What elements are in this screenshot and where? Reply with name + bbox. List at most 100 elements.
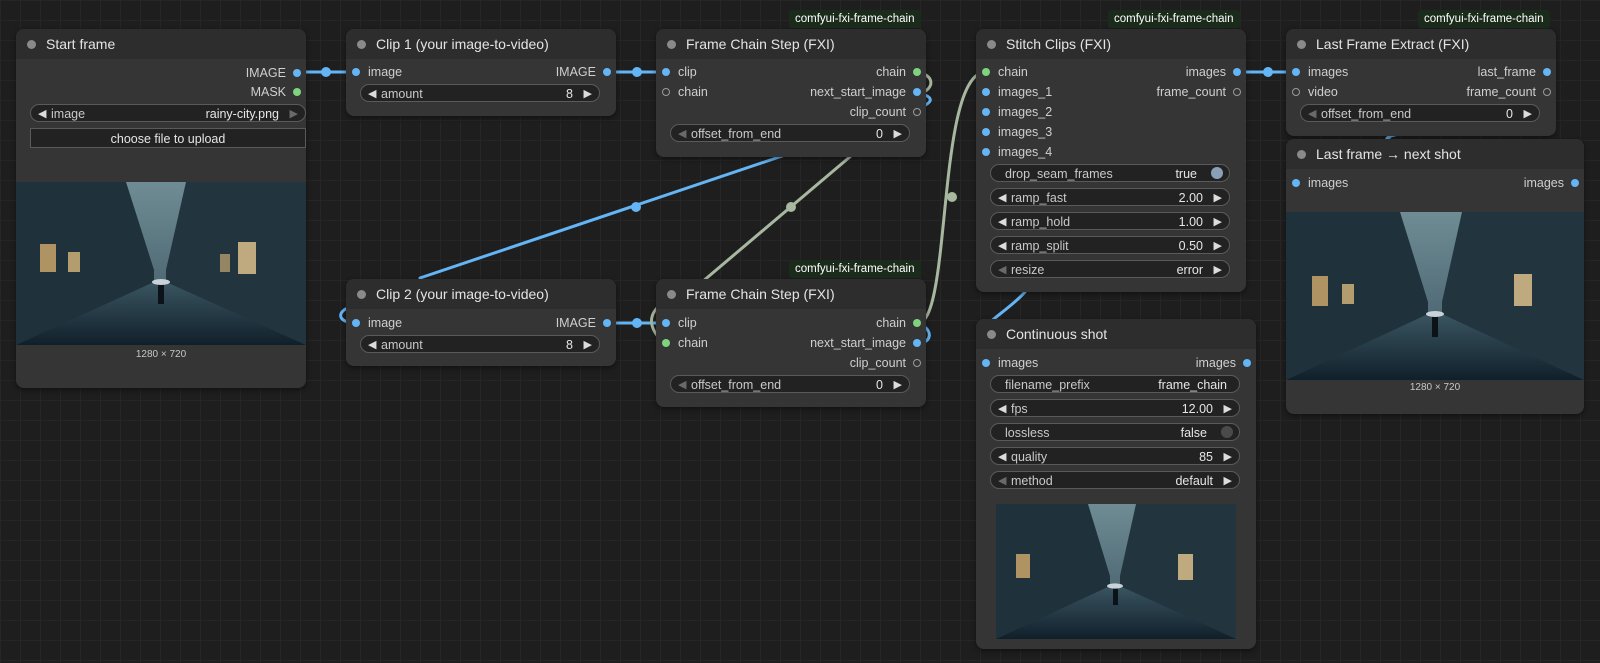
lossless-toggle[interactable]: lossless false — [990, 423, 1240, 441]
node-last-frame-next-shot[interactable]: Last frame → next shot images images 128… — [1286, 139, 1584, 414]
arrow-left-icon[interactable]: ◀ — [368, 85, 376, 103]
node-frame-chain-step-1[interactable]: Frame Chain Step (FXI) clip chain chain … — [656, 29, 926, 157]
input-slot-video[interactable]: video — [1286, 84, 1338, 100]
output-slot-frame-count[interactable]: frame_count — [1157, 84, 1246, 100]
toggle-knob-icon[interactable] — [1211, 167, 1223, 179]
arrow-right-icon[interactable]: ▶ — [1224, 400, 1232, 418]
input-slot-clip[interactable]: clip — [656, 315, 697, 331]
offset-from-end-widget[interactable]: ◀ offset_from_end 0 ▶ — [670, 124, 910, 142]
offset-from-end-widget[interactable]: ◀ offset_from_end 0 ▶ — [670, 375, 910, 393]
input-slot-images-4[interactable]: images_4 — [976, 144, 1052, 160]
input-slot-images[interactable]: images — [976, 355, 1038, 371]
input-slot-images-1[interactable]: images_1 — [976, 84, 1052, 100]
output-slot-next-start-image[interactable]: next_start_image — [810, 335, 926, 351]
node-title[interactable]: Start frame — [16, 29, 306, 59]
node-title[interactable]: Frame Chain Step (FXI) — [656, 29, 926, 59]
ramp-fast-widget[interactable]: ◀ ramp_fast 2.00 ▶ — [990, 188, 1230, 206]
fps-widget[interactable]: ◀ fps 12.00 ▶ — [990, 399, 1240, 417]
collapse-dot[interactable] — [987, 330, 996, 339]
output-slot-next-start-image[interactable]: next_start_image — [810, 84, 926, 100]
input-slot-chain[interactable]: chain — [656, 335, 708, 351]
node-clip-2[interactable]: Clip 2 (your image-to-video) image IMAGE… — [346, 279, 616, 366]
node-title[interactable]: Stitch Clips (FXI) — [976, 29, 1246, 59]
drop-seam-frames-toggle[interactable]: drop_seam_frames true — [990, 164, 1230, 182]
node-title[interactable]: Frame Chain Step (FXI) — [656, 279, 926, 309]
node-continuous-shot[interactable]: Continuous shot images images filename_p… — [976, 319, 1256, 649]
output-slot-last-frame[interactable]: last_frame — [1478, 64, 1556, 80]
output-slot-clip-count[interactable]: clip_count — [850, 355, 926, 371]
output-slot-chain[interactable]: chain — [876, 315, 926, 331]
upload-button[interactable]: choose file to upload — [30, 128, 306, 148]
arrow-left-icon[interactable]: ◀ — [368, 336, 376, 354]
node-stitch-clips[interactable]: Stitch Clips (FXI) chain images_1 images… — [976, 29, 1246, 292]
node-last-frame-extract[interactable]: Last Frame Extract (FXI) images video la… — [1286, 29, 1556, 136]
node-clip-1[interactable]: Clip 1 (your image-to-video) image IMAGE… — [346, 29, 616, 116]
input-slot-image[interactable]: image — [346, 315, 402, 331]
node-title[interactable]: Last frame → next shot — [1286, 139, 1584, 169]
arrow-right-icon[interactable]: ▶ — [290, 105, 298, 123]
node-title[interactable]: Clip 2 (your image-to-video) — [346, 279, 616, 309]
arrow-right-icon[interactable]: ▶ — [1214, 213, 1222, 231]
arrow-left-icon[interactable]: ◀ — [998, 472, 1006, 490]
amount-number-widget[interactable]: ◀ amount 8 ▶ — [360, 84, 600, 102]
method-combo-widget[interactable]: ◀ method default ▶ — [990, 471, 1240, 489]
arrow-right-icon[interactable]: ▶ — [584, 336, 592, 354]
node-title[interactable]: Clip 1 (your image-to-video) — [346, 29, 616, 59]
input-slot-image[interactable]: image — [346, 64, 402, 80]
collapse-dot[interactable] — [357, 290, 366, 299]
arrow-left-icon[interactable]: ◀ — [998, 237, 1006, 255]
node-frame-chain-step-2[interactable]: Frame Chain Step (FXI) clip chain chain … — [656, 279, 926, 407]
input-slot-images[interactable]: images — [1286, 175, 1348, 191]
collapse-dot[interactable] — [987, 40, 996, 49]
input-slot-clip[interactable]: clip — [656, 64, 697, 80]
collapse-dot[interactable] — [667, 40, 676, 49]
arrow-left-icon[interactable]: ◀ — [998, 189, 1006, 207]
input-slot-images-2[interactable]: images_2 — [976, 104, 1052, 120]
arrow-right-icon[interactable]: ▶ — [894, 376, 902, 394]
offset-from-end-widget[interactable]: ◀ offset_from_end 0 ▶ — [1300, 104, 1540, 122]
output-slot-mask[interactable]: MASK — [251, 84, 306, 100]
arrow-right-icon[interactable]: ▶ — [1224, 472, 1232, 490]
output-slot-chain[interactable]: chain — [876, 64, 926, 80]
input-slot-chain[interactable]: chain — [656, 84, 708, 100]
output-slot-images[interactable]: images — [1196, 355, 1256, 371]
arrow-left-icon[interactable]: ◀ — [998, 213, 1006, 231]
arrow-left-icon[interactable]: ◀ — [678, 376, 686, 394]
ramp-hold-widget[interactable]: ◀ ramp_hold 1.00 ▶ — [990, 212, 1230, 230]
collapse-dot[interactable] — [667, 290, 676, 299]
arrow-right-icon[interactable]: ▶ — [894, 125, 902, 143]
image-combo-widget[interactable]: ◀ image rainy-city.png ▶ — [30, 104, 306, 122]
node-title[interactable]: Last Frame Extract (FXI) — [1286, 29, 1556, 59]
arrow-right-icon[interactable]: ▶ — [1214, 261, 1222, 279]
input-slot-images-3[interactable]: images_3 — [976, 124, 1052, 140]
filename-prefix-widget[interactable]: filename_prefix frame_chain — [990, 375, 1240, 393]
output-slot-clip-count[interactable]: clip_count — [850, 104, 926, 120]
collapse-dot[interactable] — [1297, 40, 1306, 49]
quality-widget[interactable]: ◀ quality 85 ▶ — [990, 447, 1240, 465]
output-slot-image[interactable]: IMAGE — [556, 315, 616, 331]
arrow-right-icon[interactable]: ▶ — [584, 85, 592, 103]
output-slot-image[interactable]: IMAGE — [556, 64, 616, 80]
output-slot-frame-count[interactable]: frame_count — [1467, 84, 1556, 100]
collapse-dot[interactable] — [1297, 150, 1306, 159]
arrow-left-icon[interactable]: ◀ — [998, 261, 1006, 279]
arrow-left-icon[interactable]: ◀ — [998, 448, 1006, 466]
input-slot-images[interactable]: images — [1286, 64, 1348, 80]
arrow-left-icon[interactable]: ◀ — [38, 105, 46, 123]
output-slot-images[interactable]: images — [1186, 64, 1246, 80]
node-title[interactable]: Continuous shot — [976, 319, 1256, 349]
arrow-right-icon[interactable]: ▶ — [1214, 237, 1222, 255]
arrow-right-icon[interactable]: ▶ — [1224, 448, 1232, 466]
node-start-frame[interactable]: Start frame IMAGE MASK ◀ image rainy-cit… — [16, 29, 306, 388]
arrow-left-icon[interactable]: ◀ — [1308, 105, 1316, 123]
collapse-dot[interactable] — [27, 40, 36, 49]
amount-number-widget[interactable]: ◀ amount 8 ▶ — [360, 335, 600, 353]
input-slot-chain[interactable]: chain — [976, 64, 1028, 80]
collapse-dot[interactable] — [357, 40, 366, 49]
arrow-right-icon[interactable]: ▶ — [1214, 189, 1222, 207]
ramp-split-widget[interactable]: ◀ ramp_split 0.50 ▶ — [990, 236, 1230, 254]
toggle-knob-icon[interactable] — [1221, 426, 1233, 438]
output-slot-images[interactable]: images — [1524, 175, 1584, 191]
resize-combo-widget[interactable]: ◀ resize error ▶ — [990, 260, 1230, 278]
arrow-left-icon[interactable]: ◀ — [998, 400, 1006, 418]
